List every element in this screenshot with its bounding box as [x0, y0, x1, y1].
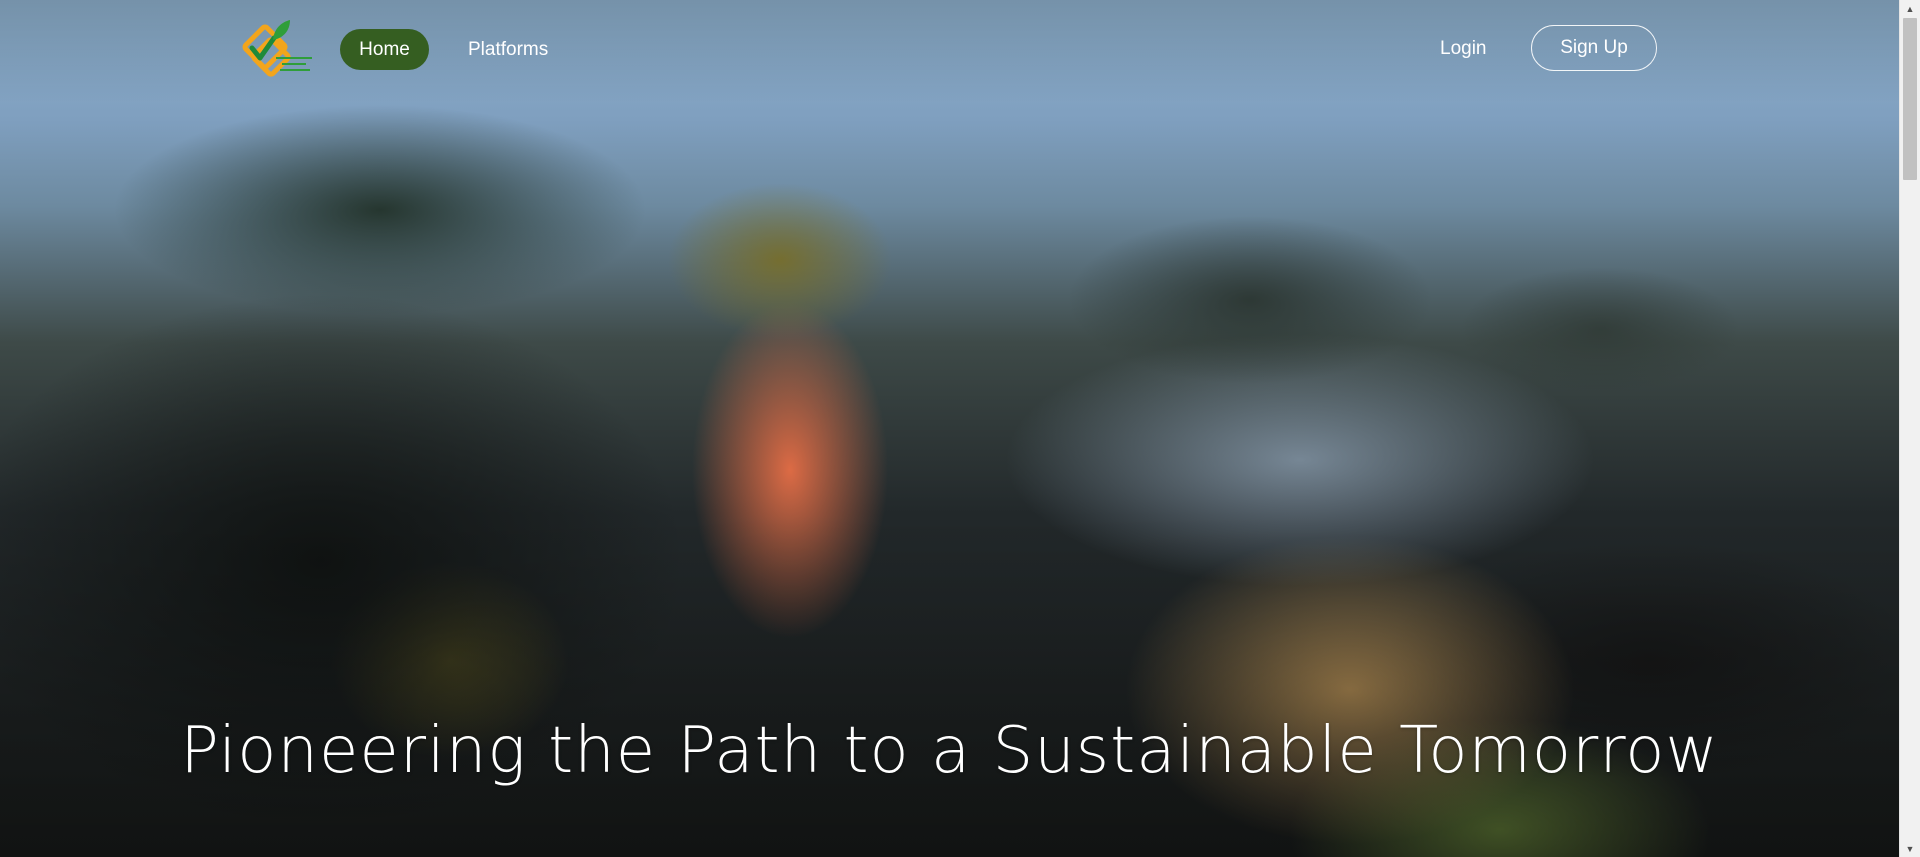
- leaf-check-diamond-logo-icon: [242, 20, 312, 77]
- nav-platforms-link[interactable]: Platforms: [468, 29, 548, 70]
- scrollbar-thumb[interactable]: [1903, 18, 1917, 180]
- scroll-up-arrow-icon[interactable]: ▲: [1900, 0, 1920, 17]
- hero-headline: Pioneering the Path to a Sustainable Tom…: [180, 714, 1719, 788]
- signup-button[interactable]: Sign Up: [1531, 25, 1657, 71]
- scroll-down-arrow-icon[interactable]: ▼: [1900, 840, 1920, 857]
- brand-logo[interactable]: [240, 18, 316, 82]
- top-navigation: Home Platforms Login Sign Up: [0, 0, 1899, 100]
- login-link[interactable]: Login: [1440, 28, 1487, 69]
- page-scrollbar[interactable]: ▲ ▼: [1899, 0, 1920, 857]
- nav-home-button[interactable]: Home: [340, 29, 429, 70]
